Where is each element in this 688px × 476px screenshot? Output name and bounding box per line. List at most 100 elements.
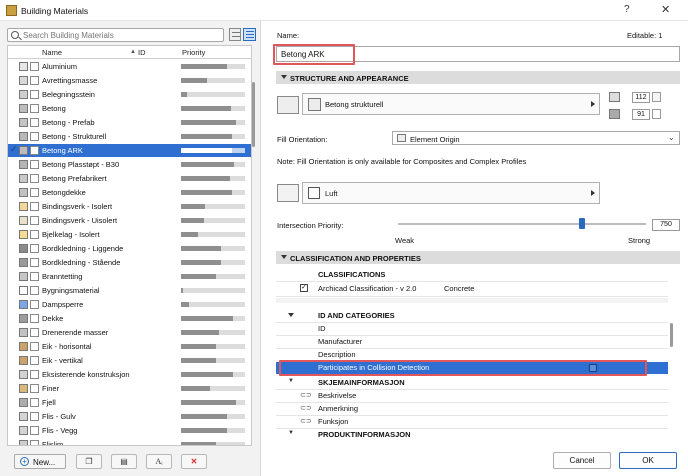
rename-button[interactable]: Aᵢ — [146, 454, 172, 469]
priority-fill — [181, 301, 189, 307]
material-swatch — [19, 187, 28, 197]
fill-picker[interactable]: Betong strukturell — [302, 93, 600, 115]
priority-bar — [181, 441, 245, 445]
pen-swatch-2[interactable] — [652, 109, 661, 119]
pen-swatch-1[interactable] — [652, 92, 661, 102]
strong-label: Strong — [628, 236, 651, 245]
list-item[interactable]: Eik - horisontal — [8, 340, 251, 353]
list-item[interactable]: ✓ Betong ARK — [8, 144, 251, 157]
help-button[interactable]: ? — [624, 4, 630, 15]
folder-view-icon[interactable] — [229, 28, 241, 41]
surface-icon — [30, 299, 39, 309]
list-header: Name ▲ ID Priority — [8, 46, 251, 59]
list-item[interactable]: Eik - vertikal — [8, 354, 251, 367]
property-row-anmerkning[interactable]: ⊂⊃ Anmerkning — [276, 403, 668, 415]
list-item[interactable]: Aluminium — [8, 60, 251, 73]
duplicate-button[interactable]: ❐ — [76, 454, 102, 469]
import-button[interactable]: ▤ — [111, 454, 137, 469]
col-header-name[interactable]: Name — [42, 48, 62, 57]
list-item[interactable]: Bordkledning - Stående — [8, 256, 251, 269]
classifications-label: CLASSIFICATIONS — [318, 270, 386, 279]
priority-fill — [181, 399, 237, 405]
list-item[interactable]: Eksisterende konstruksjon — [8, 368, 251, 381]
surface-picker[interactable]: Luft — [302, 182, 600, 204]
list-item[interactable]: Bygningsmaterial — [8, 284, 251, 297]
list-item[interactable]: Bjelkelag - Isolert — [8, 228, 251, 241]
priority-value[interactable]: 750 — [652, 219, 680, 231]
priority-slider-track[interactable] — [398, 223, 646, 225]
material-name: Belegningsstein — [42, 90, 95, 99]
surface-icon — [30, 131, 39, 141]
surface-icon — [30, 243, 39, 253]
skjema-group[interactable]: ▼ SKJEMAINFORMASJON — [276, 377, 668, 389]
properties-scrollbar[interactable] — [670, 323, 673, 347]
list-item[interactable]: Bordkledning - Liggende — [8, 242, 251, 255]
id-categories-group[interactable]: ID AND CATEGORIES — [276, 310, 668, 322]
list-item[interactable]: Betong — [8, 102, 251, 115]
pen1-input[interactable]: 112 — [632, 92, 650, 103]
list-item[interactable]: Flislim — [8, 438, 251, 445]
col-header-priority[interactable]: Priority — [182, 48, 205, 57]
property-name: Funksjon — [318, 417, 349, 426]
list-item[interactable]: Betongdekke — [8, 186, 251, 199]
material-name: Betong ARK — [42, 146, 83, 155]
list-item[interactable]: Avrettingsmasse — [8, 74, 251, 87]
priority-bar — [181, 119, 245, 125]
classification-row[interactable]: ✓ Archicad Classification - v 2.0 Concre… — [276, 283, 668, 295]
list-item[interactable]: Dampsperre — [8, 298, 251, 311]
priority-bar — [181, 147, 245, 153]
priority-bar — [181, 371, 245, 377]
list-item[interactable]: Fjell — [8, 396, 251, 409]
list-item[interactable]: Flis - Vegg — [8, 424, 251, 437]
property-row-funksjon[interactable]: ⊂⊃ Funksjon — [276, 416, 668, 428]
list-item[interactable]: Betong - Prefab — [8, 116, 251, 129]
checkbox-icon[interactable]: ✓ — [300, 284, 308, 292]
list-item[interactable]: Betong - Strukturell — [8, 130, 251, 143]
list-view-icon[interactable] — [243, 28, 256, 41]
surface-icon — [30, 313, 39, 323]
delete-button[interactable]: ✕ — [181, 454, 207, 469]
fill-orientation-select[interactable]: Element Origin ⌄ — [392, 131, 680, 145]
produkt-group[interactable]: ▼ PRODUKTINFORMASJON — [276, 429, 668, 441]
structure-section-header[interactable]: STRUCTURE AND APPEARANCE — [276, 71, 680, 84]
list-item[interactable]: Bindingsverk - Uisolert — [8, 214, 251, 227]
list-item[interactable]: Bindingsverk - Isolert — [8, 200, 251, 213]
priority-slider-thumb[interactable] — [578, 218, 585, 229]
materials-list[interactable]: Name ▲ ID Priority Aluminium Avrettingsma… — [7, 45, 252, 446]
surface-icon — [30, 355, 39, 365]
material-name: Eksisterende konstruksjon — [42, 370, 130, 379]
list-item[interactable]: Flis - Gulv — [8, 410, 251, 423]
name-highlight — [273, 44, 355, 65]
list-item[interactable]: Drenerende masser — [8, 326, 251, 339]
material-swatch — [19, 201, 28, 211]
property-row-beskrivelse[interactable]: ⊂⊃ Beskrivelse — [276, 390, 668, 402]
classification-section-header[interactable]: CLASSIFICATION AND PROPERTIES — [276, 251, 680, 264]
list-scrollbar[interactable] — [252, 82, 255, 147]
property-row-manufacturer[interactable]: Manufacturer — [276, 336, 668, 348]
fill-orientation-value: Element Origin — [410, 135, 460, 144]
ok-button[interactable]: OK — [619, 452, 677, 469]
close-button[interactable]: ✕ — [661, 3, 670, 16]
search-input[interactable] — [23, 29, 218, 41]
list-item[interactable]: Finer — [8, 382, 251, 395]
fill-pattern-icon — [308, 98, 321, 111]
list-item[interactable]: Betong Prefabrikert — [8, 172, 251, 185]
sort-desc-icon[interactable]: ▲ — [130, 49, 136, 55]
list-item[interactable]: Dekke — [8, 312, 251, 325]
search-box[interactable] — [7, 28, 224, 42]
new-button[interactable]: + New... — [14, 454, 66, 469]
app-icon — [6, 5, 17, 16]
col-header-id[interactable]: ID — [138, 48, 146, 57]
material-swatch — [19, 355, 28, 365]
list-item[interactable]: Branntetting — [8, 270, 251, 283]
pen2-input[interactable]: 91 — [632, 109, 650, 120]
property-row-id[interactable]: ID — [276, 323, 668, 335]
priority-bar — [181, 315, 245, 321]
collision-highlight — [279, 360, 647, 376]
priority-fill — [181, 133, 233, 139]
list-item[interactable]: Belegningsstein — [8, 88, 251, 101]
list-item[interactable]: Betong Plasstøpt - B30 — [8, 158, 251, 171]
checkmark-slot — [10, 203, 17, 210]
cancel-button[interactable]: Cancel — [553, 452, 611, 469]
priority-fill — [181, 77, 207, 83]
